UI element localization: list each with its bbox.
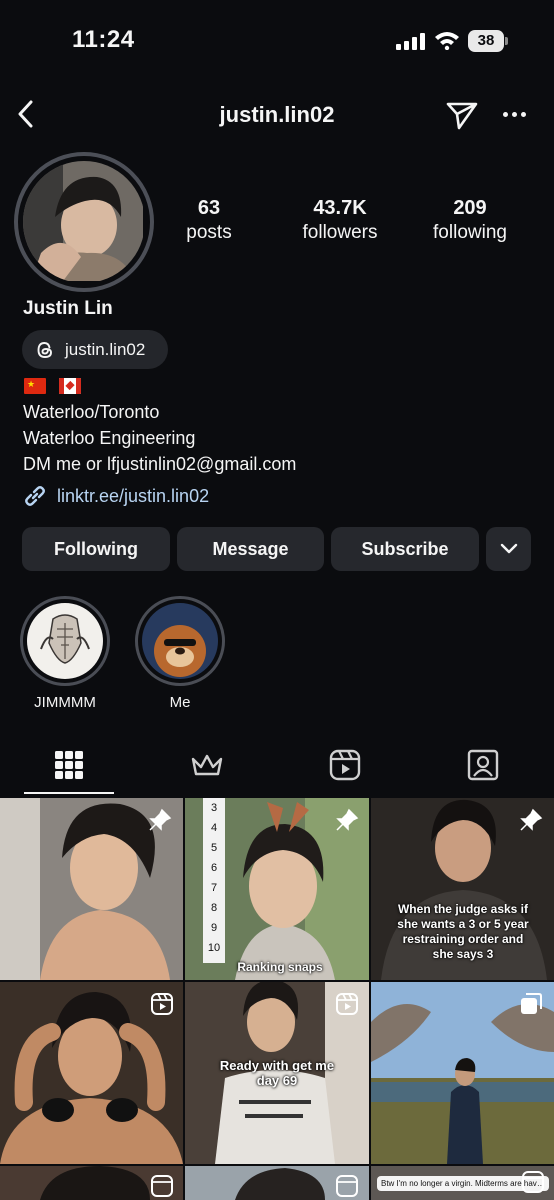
post-caption: When the judge asks if she wants a 3 or …	[397, 902, 529, 961]
following-button[interactable]: Following	[22, 527, 170, 571]
battery-level: 38	[468, 30, 504, 52]
ranking-number: 3	[210, 802, 218, 814]
crown-icon[interactable]	[190, 748, 224, 782]
reel-icon	[151, 993, 173, 1015]
story-highlight[interactable]: JIMMMM	[19, 596, 111, 711]
chevron-down-icon	[500, 543, 517, 554]
display-name: Justin Lin	[23, 298, 113, 319]
posts-count: 63 posts	[168, 196, 250, 245]
posts-grid: 3 4 5 6 7 8 9 10 Ranking snaps When the …	[0, 798, 554, 1200]
post-thumbnail[interactable]	[0, 1166, 183, 1200]
reel-icon	[336, 993, 358, 1015]
status-time: 11:24	[72, 26, 135, 53]
avatar	[23, 161, 145, 283]
bio-line: Waterloo Engineering	[23, 428, 196, 448]
bio-line: DM me or lfjustinlin02@gmail.com	[23, 454, 297, 474]
post-thumbnail[interactable]: When the judge asks if she wants a 3 or …	[371, 798, 554, 980]
ranking-list: 3 4 5 6 7 8 9 10	[203, 798, 225, 958]
post-thumbnail[interactable]	[371, 982, 554, 1164]
following-count-label: following	[433, 222, 507, 243]
highlight-label: JIMMMM	[34, 694, 96, 711]
bio-link[interactable]: linktr.ee/justin.lin02	[22, 483, 209, 509]
ranking-number: 5	[210, 842, 218, 854]
profile-header: justin.lin02	[0, 90, 554, 140]
wifi-icon	[435, 32, 459, 50]
tagged-icon[interactable]	[466, 748, 500, 782]
profile-avatar-ring[interactable]	[14, 152, 154, 292]
reel-icon	[336, 1175, 358, 1197]
post-caption: Ready with get me day 69	[219, 1058, 335, 1088]
chevron-left-icon	[18, 100, 33, 128]
highlight-cover-image	[142, 603, 218, 679]
post-thumbnail[interactable]: Btw I'm no longer a virgin. Midterms are…	[371, 1166, 554, 1200]
link-icon	[25, 486, 45, 506]
profile-tab-bar	[0, 740, 554, 798]
reels-icon[interactable]	[328, 748, 362, 782]
posts-count-label: posts	[186, 222, 232, 243]
threads-badge[interactable]: justin.lin02	[22, 330, 168, 369]
bio-line: Waterloo/Toronto	[23, 402, 160, 422]
highlight-cover-image	[27, 603, 103, 679]
multiple-images-icon	[521, 993, 542, 1014]
threads-icon	[37, 341, 52, 358]
more-options-icon[interactable]	[496, 96, 532, 132]
flag-canada-icon	[59, 378, 81, 394]
reel-icon	[522, 1171, 544, 1193]
bio-link-text: linktr.ee/justin.lin02	[57, 485, 210, 506]
ranking-number: 7	[210, 882, 218, 894]
send-message-icon[interactable]	[444, 96, 480, 132]
ranking-number: 10	[207, 942, 221, 954]
reel-icon	[151, 1175, 173, 1197]
cellular-signal-icon	[396, 33, 425, 50]
active-tab-indicator	[24, 792, 114, 794]
flag-china-icon: ★	[24, 378, 46, 394]
post-thumbnail[interactable]	[0, 982, 183, 1164]
ranking-number: 9	[210, 922, 218, 934]
followers-count-label: followers	[302, 222, 378, 243]
followers-count[interactable]: 43.7K followers	[286, 196, 394, 245]
subscribe-button[interactable]: Subscribe	[331, 527, 479, 571]
post-caption: Ranking snaps	[237, 960, 323, 974]
pin-icon	[149, 808, 172, 831]
post-thumbnail[interactable]	[0, 798, 183, 980]
threads-handle: justin.lin02	[65, 339, 146, 359]
post-thumbnail[interactable]: Ready with get me day 69	[185, 982, 369, 1164]
suggested-accounts-button[interactable]	[486, 527, 531, 571]
grid-icon[interactable]	[52, 748, 86, 782]
pin-icon	[520, 808, 543, 831]
status-bar: 11:24 38	[0, 0, 554, 80]
story-highlight[interactable]: Me	[134, 596, 226, 711]
battery-icon: 38	[468, 30, 508, 52]
following-count[interactable]: 209 following	[418, 196, 522, 245]
post-thumbnail[interactable]	[185, 1166, 369, 1200]
post-thumbnail[interactable]: 3 4 5 6 7 8 9 10 Ranking snaps	[185, 798, 369, 980]
message-button[interactable]: Message	[177, 527, 324, 571]
following-count-value: 209	[453, 197, 487, 219]
bio-flags: ★	[24, 378, 81, 394]
followers-count-value: 43.7K	[313, 197, 367, 219]
posts-count-value: 63	[197, 197, 221, 219]
ranking-number: 6	[210, 862, 218, 874]
back-button[interactable]	[8, 96, 44, 132]
pin-icon	[336, 808, 359, 831]
ranking-number: 8	[210, 902, 218, 914]
ranking-number: 4	[210, 822, 218, 834]
highlight-label: Me	[169, 694, 191, 711]
